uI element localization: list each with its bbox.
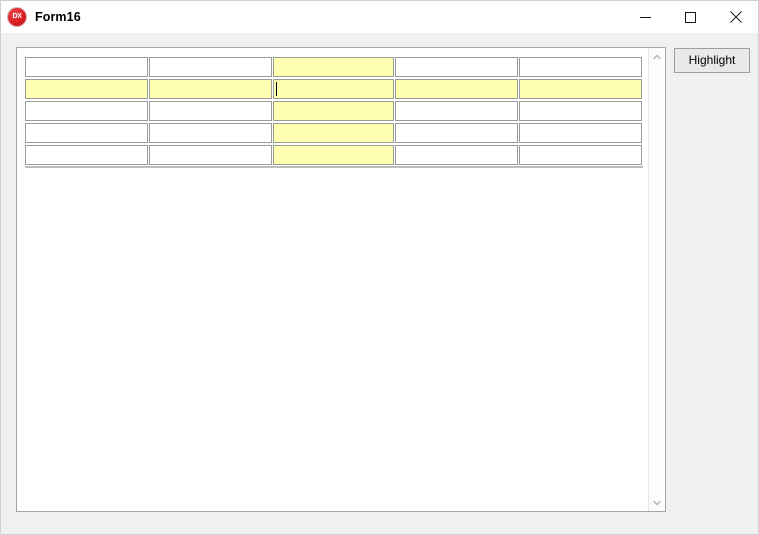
cell-grid [25, 56, 643, 168]
title-bar: DX Form16 [1, 1, 758, 33]
close-icon [729, 11, 742, 23]
cell-textbox[interactable] [395, 101, 518, 121]
grid-cell [519, 122, 643, 144]
cell-grid-body [25, 56, 643, 166]
grid-cell [273, 78, 395, 100]
grid-cell [395, 56, 519, 78]
maximize-button[interactable] [668, 1, 713, 33]
grid-cell [395, 78, 519, 100]
highlight-button[interactable]: Highlight [674, 48, 750, 73]
chevron-down-icon [653, 500, 661, 506]
grid-cell [25, 78, 149, 100]
minimize-button[interactable] [623, 1, 668, 33]
grid-cell [25, 100, 149, 122]
grid-cell [25, 56, 149, 78]
cell-textbox[interactable] [519, 57, 642, 77]
grid-cell [273, 100, 395, 122]
vertical-scrollbar[interactable] [648, 48, 665, 511]
grid-row [25, 56, 643, 78]
cell-textbox[interactable] [395, 57, 518, 77]
grid-cell [25, 122, 149, 144]
grid-cell [395, 122, 519, 144]
grid-cell [519, 56, 643, 78]
cell-textbox[interactable] [149, 79, 272, 99]
cell-textbox[interactable] [273, 123, 394, 143]
grid-row [25, 78, 643, 100]
cell-textbox[interactable] [395, 79, 518, 99]
cell-textbox[interactable] [395, 145, 518, 165]
cell-textbox[interactable] [273, 145, 394, 165]
cell-textbox[interactable] [519, 145, 642, 165]
grid-panel [16, 47, 666, 512]
grid-cell [519, 78, 643, 100]
grid-cell [395, 100, 519, 122]
cell-textbox[interactable] [25, 79, 148, 99]
grid-cell [149, 78, 273, 100]
close-button[interactable] [713, 1, 758, 33]
grid-row [25, 144, 643, 166]
cell-textbox[interactable] [519, 123, 642, 143]
cell-textbox[interactable] [273, 101, 394, 121]
grid-scroll-area [17, 48, 648, 511]
maximize-icon [685, 11, 696, 23]
grid-cell [273, 56, 395, 78]
grid-cell [273, 144, 395, 166]
cell-textbox[interactable] [25, 145, 148, 165]
cell-textbox[interactable] [149, 123, 272, 143]
cell-textbox[interactable] [273, 57, 394, 77]
grid-cell [273, 122, 395, 144]
cell-textbox[interactable] [25, 123, 148, 143]
chevron-up-icon [653, 54, 661, 60]
minimize-icon [640, 12, 651, 23]
scroll-down-button[interactable] [649, 494, 665, 511]
scrollbar-track[interactable] [649, 65, 665, 494]
cell-textbox[interactable] [519, 79, 642, 99]
window-title: Form16 [35, 9, 81, 24]
grid-cell [149, 100, 273, 122]
grid-cell [519, 100, 643, 122]
cell-textbox[interactable] [25, 101, 148, 121]
cell-textbox[interactable] [273, 79, 394, 99]
grid-cell [149, 56, 273, 78]
cell-textbox[interactable] [149, 101, 272, 121]
cell-textbox[interactable] [519, 101, 642, 121]
cell-textbox[interactable] [149, 57, 272, 77]
window-controls [623, 1, 758, 33]
grid-cell [149, 144, 273, 166]
text-caret [276, 82, 277, 96]
dx-logo-text: DX [12, 13, 22, 20]
cell-textbox[interactable] [149, 145, 272, 165]
grid-cell [25, 144, 149, 166]
grid-cell [149, 122, 273, 144]
application-window: DX Form16 Highlight [0, 0, 759, 535]
grid-cell [519, 144, 643, 166]
scroll-up-button[interactable] [649, 48, 665, 65]
cell-textbox[interactable] [395, 123, 518, 143]
grid-cell [395, 144, 519, 166]
devexpress-dx-logo-icon: DX [8, 7, 26, 26]
form-client-area: Highlight [1, 33, 758, 534]
cell-textbox[interactable] [25, 57, 148, 77]
grid-row [25, 100, 643, 122]
grid-row [25, 122, 643, 144]
